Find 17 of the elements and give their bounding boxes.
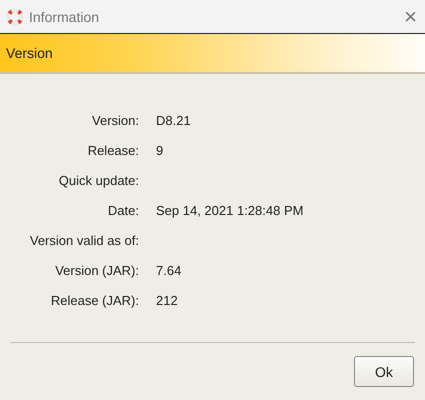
field-value: Sep 14, 2021 1:28:48 PM (156, 204, 304, 218)
field-value: 7.64 (156, 264, 182, 278)
field-label: Version: (92, 114, 139, 130)
ok-button[interactable]: Ok (354, 356, 414, 387)
field-label: Quick update: (58, 174, 139, 190)
field-value: D8.21 (156, 114, 191, 128)
lifebuoy-icon (6, 8, 24, 26)
field-label: Release: (88, 144, 139, 160)
close-button[interactable]: × (404, 6, 417, 26)
field-value: 9 (156, 144, 164, 158)
field-value: 212 (156, 294, 178, 308)
field-label: Date: (108, 204, 139, 220)
section-title: Version (6, 45, 53, 61)
field-label: Version valid as of: (30, 234, 139, 250)
field-label: Version (JAR): (55, 264, 139, 280)
field-label: Release (JAR): (50, 294, 139, 310)
window-title: Information (29, 8, 100, 24)
